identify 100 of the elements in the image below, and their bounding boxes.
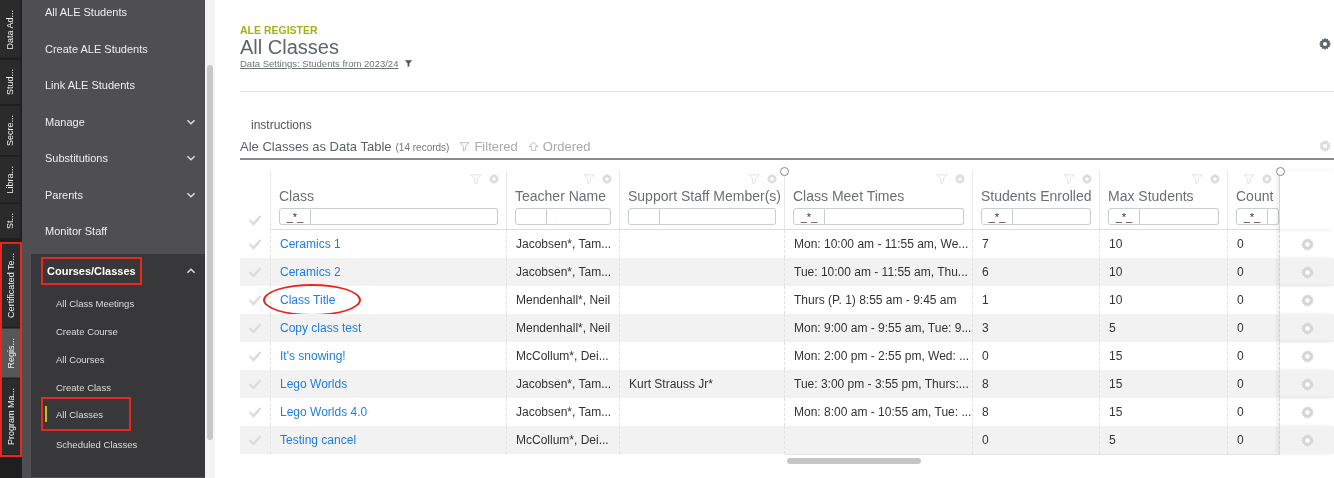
checkmark-icon[interactable] [247,348,263,364]
table-cell: 15 [1109,377,1123,391]
column-header[interactable]: Count [1236,188,1279,204]
table-cell: Jacobsen*, Tam... [516,377,612,391]
scrollbar[interactable] [205,0,215,478]
column-resize-handle[interactable] [780,167,789,176]
table-cell: 8 [982,405,989,419]
table-cell: 1 [982,293,989,307]
side-tab[interactable]: Libra... [0,156,20,203]
table-cell: Mon: 8:00 am - 10:55 am, Tue: ... [794,405,972,419]
nav-link[interactable]: Link ALE Students [22,67,205,104]
nav-link[interactable]: All Classes [56,408,103,420]
class-link[interactable]: Ceramics 1 [280,237,341,251]
class-link[interactable]: Lego Worlds [280,377,348,391]
table-cell: 10 [1109,293,1123,307]
table-cell: 3 [982,321,989,335]
side-tab[interactable]: Secre... [0,105,20,155]
nav-link[interactable]: Scheduled Classes [56,438,138,450]
class-link[interactable]: It's snowing! [280,349,346,363]
class-link[interactable]: Ceramics 2 [280,265,341,279]
class-link[interactable]: Testing cancel [280,433,357,447]
table-cell: Mon: 10:00 am - 11:55 am, We... [794,237,969,251]
column-header[interactable]: Max Students [1108,188,1219,204]
table-cell: Tue: 10:00 am - 11:55 am, Thu... [794,265,968,279]
nav-group[interactable]: Manage [45,115,85,128]
side-tab[interactable]: Data Ad... [0,0,20,58]
table-cell: 5 [1109,321,1116,335]
filter-field[interactable] [1268,208,1279,225]
table-cell: 10 [1109,237,1123,251]
nav-group[interactable]: Courses/Classes [47,264,136,277]
table-cell: 5 [1109,433,1116,447]
table-cell: Mendenhall*, Neil [516,321,611,335]
nav-group[interactable]: Substitutions [45,152,108,165]
filter-field[interactable] [1013,208,1091,225]
table-cell: 0 [1237,237,1244,251]
table-cell: 0 [982,349,989,363]
table-title: Ale Classes as Data Table [240,138,392,154]
side-tab[interactable]: Program Ma... [2,379,20,455]
filter-field[interactable] [547,208,611,225]
nav-group[interactable]: Parents [45,188,83,201]
column-resize-handle[interactable] [1276,167,1285,176]
checkmark-icon[interactable] [247,292,263,308]
column-header[interactable]: Teacher Name [515,188,611,204]
scrollbar[interactable] [785,454,1280,466]
filter-field[interactable] [1140,208,1219,225]
filtered-label: Filtered [474,138,518,154]
column-header[interactable]: Class [279,188,498,204]
table-cell: Mon: 9:00 am - 9:55 am, Tue: 9... [794,321,972,335]
filter-field[interactable] [825,208,964,225]
table-cell: 8 [982,377,989,391]
filter-icon[interactable] [404,58,414,68]
table-cell: 0 [1237,377,1244,391]
side-tab[interactable]: Certificated Te... [2,244,20,327]
column-header[interactable]: Students Enrolled [981,188,1091,204]
column-header[interactable]: Class Meet Times [793,188,964,204]
table-cell: 10 [1109,265,1123,279]
checkmark-icon[interactable] [247,236,263,252]
table-cell: 0 [1237,293,1244,307]
record-count: (14 records) [395,141,450,153]
section-label: ALE REGISTER [240,23,319,36]
table-cell: Jacobsen*, Tam... [516,405,612,419]
data-settings-link[interactable]: Data Settings: Students from 2023/24 [240,57,399,69]
nav-link[interactable]: Create Class [56,382,111,394]
side-tab[interactable]: Regis... [2,328,20,378]
side-tab[interactable]: St... [0,204,20,239]
checkmark-icon[interactable] [247,212,263,228]
settings-icon[interactable] [1318,37,1332,51]
checkmark-icon[interactable] [247,404,263,420]
nav-link[interactable]: All ALE Students [22,0,205,31]
nav-link[interactable]: All Courses [56,353,105,365]
filter-field[interactable] [311,208,498,225]
table-cell: Tue: 3:00 pm - 3:55 pm, Thurs:... [794,377,969,391]
table-cell: McCollum*, Dei... [516,349,609,363]
table-cell: 15 [1109,349,1123,363]
class-link[interactable]: Copy class test [280,321,362,335]
nav-link[interactable]: Create Course [56,325,118,337]
table-cell: Kurt Strauss Jr* [629,377,714,391]
side-tab[interactable]: Stud... [0,59,20,104]
class-link[interactable]: Class Title [280,293,336,307]
instructions-text: instructions [250,117,313,132]
table-cell: 15 [1109,405,1123,419]
table-cell: 0 [1237,405,1244,419]
table-cell: 6 [982,265,989,279]
class-link[interactable]: Lego Worlds 4.0 [280,405,368,419]
order-icon [527,140,539,152]
filter-icon [459,140,471,152]
nav-link[interactable]: All Class Meetings [56,297,135,309]
table-cell: 0 [1237,321,1244,335]
table-cell: Jacobsen*, Tam... [516,265,612,279]
nav-link[interactable]: Monitor Staff [22,213,205,250]
table-cell: McCollum*, Dei... [516,433,609,447]
table-cell: 7 [982,237,989,251]
page-title: All Classes [240,35,340,58]
filter-field[interactable] [660,208,776,225]
table-cell: Jacobsen*, Tam... [516,237,612,251]
nav-link[interactable]: Create ALE Students [22,30,205,67]
table-cell: 0 [982,433,989,447]
table-cell: 0 [1237,433,1244,447]
table-cell: 0 [1237,265,1244,279]
table-cell: Mendenhall*, Neil [516,293,611,307]
